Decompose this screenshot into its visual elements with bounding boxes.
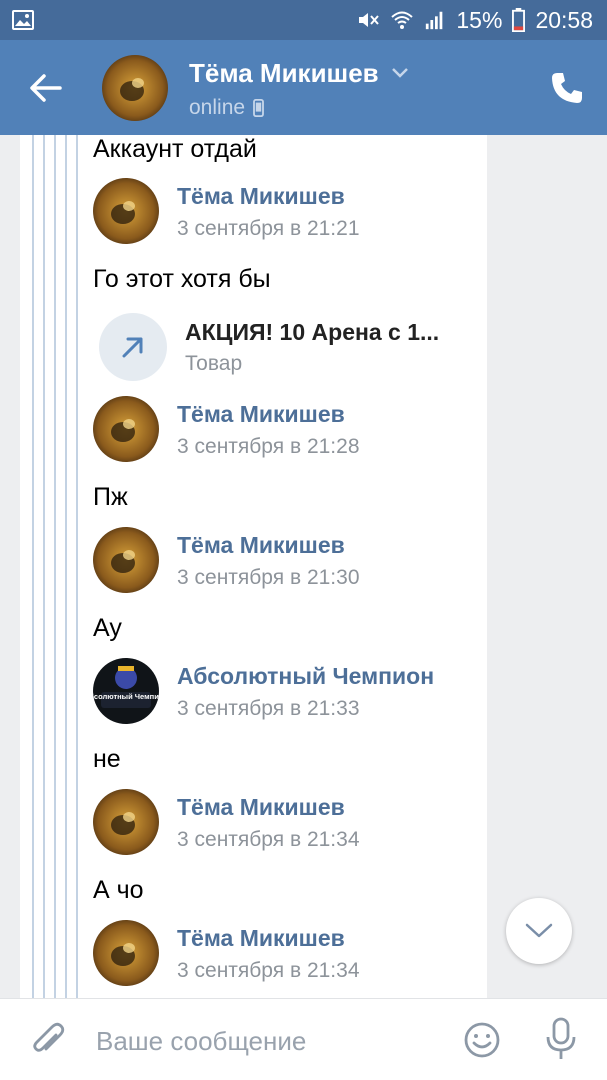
avatar[interactable] (93, 789, 159, 855)
status-bar: 15% 20:58 (0, 0, 607, 40)
message-author: Тёма Микишев 3 сентября в 21:21 (93, 178, 473, 244)
link-title: АКЦИЯ! 10 Арена с 1... (185, 319, 440, 345)
message-time: 3 сентября в 21:30 (177, 566, 360, 589)
mute-icon (359, 13, 380, 27)
scroll-down-button[interactable] (506, 898, 572, 964)
microphone-icon[interactable] (544, 1017, 578, 1061)
avatar[interactable] (102, 55, 168, 121)
mobile-icon (253, 99, 264, 117)
message-author: Тёма Микишев 3 сентября в 21:34 (93, 789, 473, 855)
link-subtitle: Товар (185, 352, 243, 375)
wifi-icon (391, 11, 414, 29)
link-icon-circle (99, 313, 167, 381)
phone-icon[interactable] (549, 70, 585, 106)
signal-icon (426, 11, 443, 30)
contact-name[interactable]: Тёма Микишев (189, 58, 379, 89)
message-text: не (93, 745, 121, 773)
avatar[interactable] (93, 178, 159, 244)
message-text: Го этот хотя бы (93, 265, 271, 293)
avatar[interactable] (93, 527, 159, 593)
composer (0, 998, 607, 1080)
author-name[interactable]: Тёма Микишев (177, 401, 345, 428)
battery-icon (512, 8, 526, 32)
paperclip-icon[interactable] (30, 1021, 66, 1061)
message-time: 3 сентября в 21:28 (177, 435, 360, 458)
image-icon (12, 10, 34, 30)
message-text: Пж (93, 483, 128, 511)
svg-text:Абсолютный Чемпион: Абсолютный Чемпион (93, 692, 159, 701)
battery-percent: 15% (456, 6, 503, 33)
message-author: Тёма Микишев 3 сентября в 21:28 (93, 396, 473, 462)
clock: 20:58 (535, 6, 593, 33)
status-text: online (189, 96, 246, 119)
message-author: Тёма Микишев 3 сентября в 21:30 (93, 527, 473, 593)
forwarded-lines (32, 135, 80, 998)
message-input[interactable] (96, 1021, 436, 1061)
author-name[interactable]: Абсолютный Чемпион (177, 663, 434, 690)
message-text: А чо (93, 876, 144, 904)
author-name[interactable]: Тёма Микишев (177, 532, 345, 559)
contact-status: online (189, 96, 264, 120)
message-list[interactable]: Аккаунт отдай Тёма Микишев 3 сентября в … (0, 135, 607, 998)
message-time: 3 сентября в 21:33 (177, 697, 360, 720)
link-attachment[interactable]: АКЦИЯ! 10 Арена с 1... Товар (99, 313, 479, 383)
message-text: Ау (93, 614, 122, 642)
chevron-down-icon[interactable] (390, 66, 410, 80)
message-time: 3 сентября в 21:34 (177, 959, 360, 982)
chevron-down-icon (525, 923, 553, 938)
emoji-icon[interactable] (463, 1021, 501, 1059)
message-author: Тёма Микишев 3 сентября в 21:34 (93, 920, 473, 986)
author-name[interactable]: Тёма Микишев (177, 925, 345, 952)
message-text: Аккаунт отдай (93, 135, 257, 163)
author-name[interactable]: Тёма Микишев (177, 794, 345, 821)
back-arrow-icon[interactable] (26, 70, 66, 106)
chat-header: Тёма Микишев online (0, 40, 607, 135)
avatar[interactable] (93, 920, 159, 986)
message-time: 3 сентября в 21:34 (177, 828, 360, 851)
avatar[interactable]: Абсолютный Чемпион (93, 658, 159, 724)
message-time: 3 сентября в 21:21 (177, 217, 360, 240)
author-name[interactable]: Тёма Микишев (177, 183, 345, 210)
message-author: Абсолютный Чемпион Абсолютный Чемпион 3 … (93, 658, 473, 724)
avatar[interactable] (93, 396, 159, 462)
arrow-up-right-icon (122, 337, 143, 358)
